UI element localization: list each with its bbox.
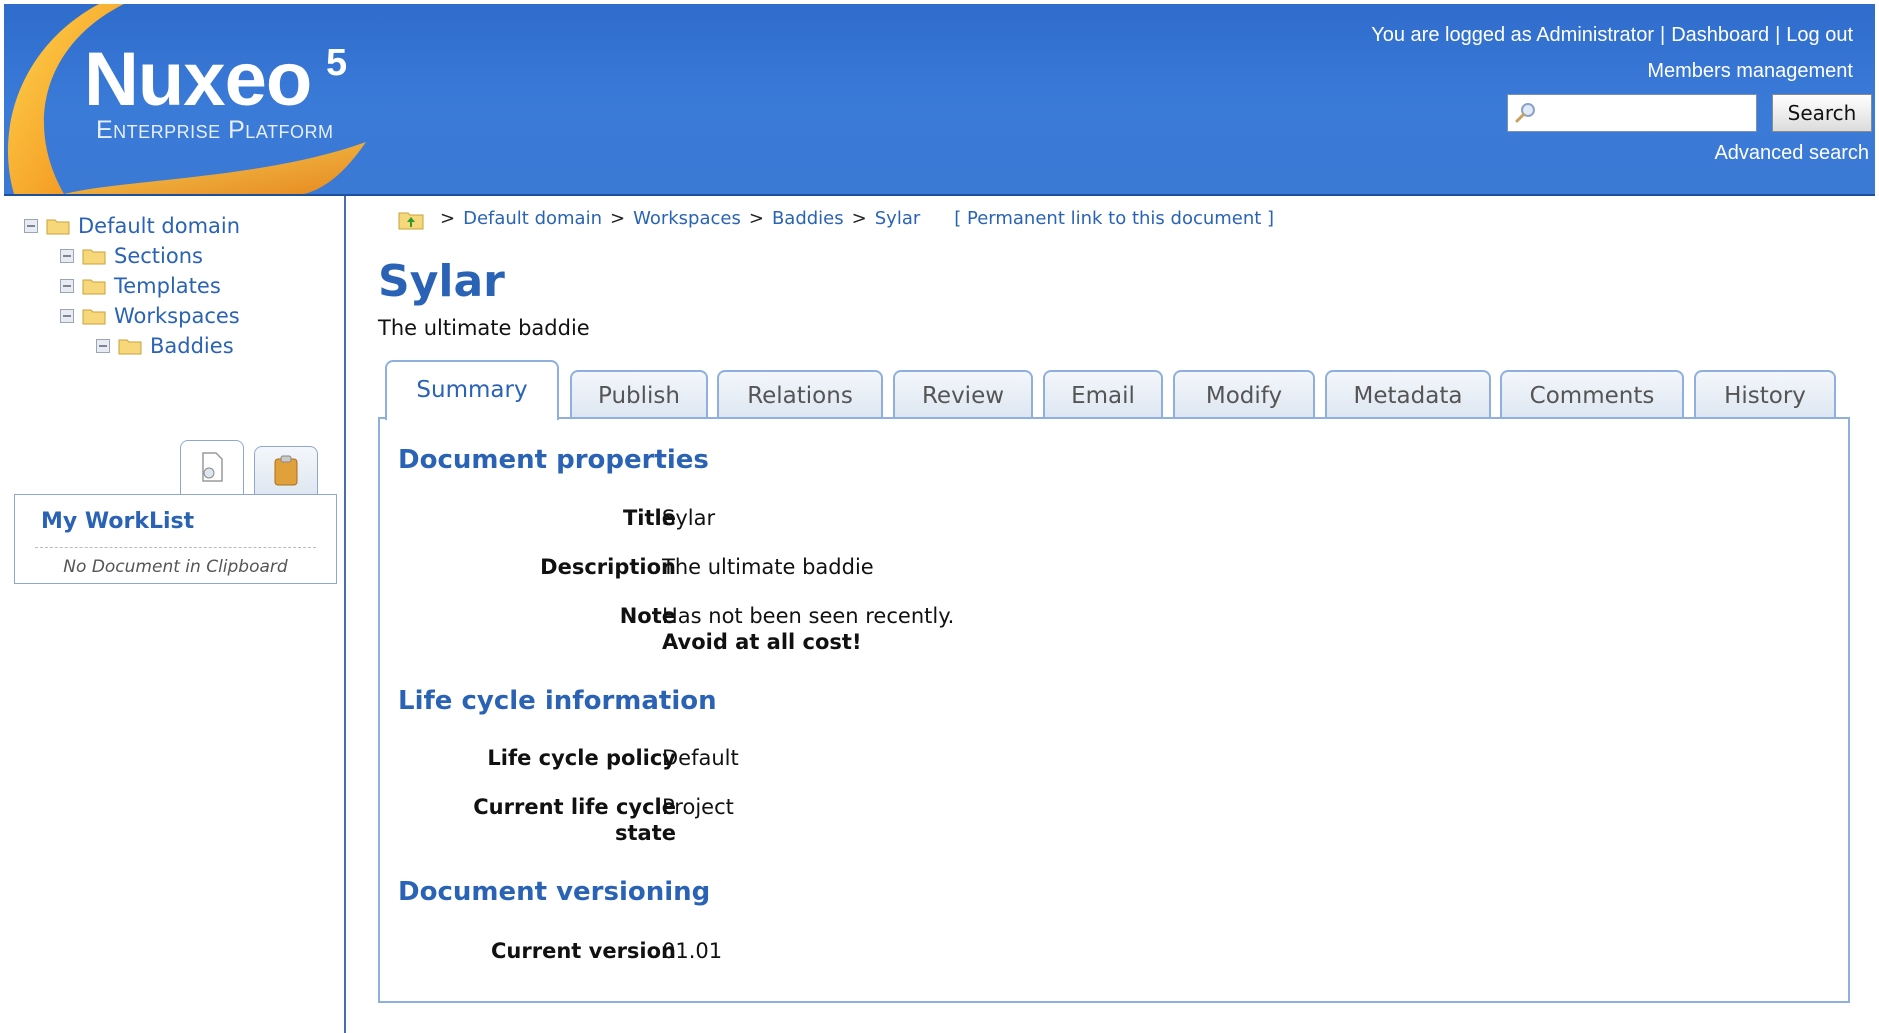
breadcrumb-baddies[interactable]: Baddies (772, 208, 844, 229)
folder-icon (82, 279, 106, 295)
document-icon (202, 452, 223, 482)
tab-email[interactable]: Email (1043, 370, 1163, 418)
folder-icon (82, 249, 106, 265)
expand-toggle-icon[interactable] (60, 249, 74, 263)
tab-summary[interactable]: Summary (385, 360, 559, 420)
tree-item-label[interactable]: Templates (114, 274, 221, 298)
worklist-panel: My WorkList No Document in Clipboard (14, 494, 337, 584)
breadcrumb-default-domain[interactable]: Default domain (463, 208, 602, 229)
folder-icon (46, 219, 70, 235)
tree-item-label[interactable]: Workspaces (114, 304, 240, 328)
search-icon (1515, 103, 1535, 123)
up-folder-icon[interactable] (398, 208, 424, 230)
breadcrumb-separator: > (440, 208, 456, 229)
breadcrumb-separator: > (610, 208, 626, 229)
tree-item-workspaces[interactable]: Workspaces (60, 304, 240, 330)
tab-history[interactable]: History (1694, 370, 1836, 418)
current-version-label: Current version (491, 939, 676, 963)
lifecycle-policy-value: Default (662, 746, 739, 770)
tab-publish[interactable]: Publish (570, 370, 708, 418)
breadcrumb: > Default domain > Workspaces > Baddies > Sylar… (398, 208, 1274, 230)
tab-modify[interactable]: Modify (1173, 370, 1315, 418)
page-title: Sylar (378, 256, 505, 307)
breadcrumb-separator: > (851, 208, 867, 229)
search-input[interactable] (1507, 94, 1757, 132)
separator: | (1775, 24, 1781, 46)
current-version-value: 01.01 (662, 939, 723, 963)
section-title-life-cycle: Life cycle information (398, 686, 717, 716)
collapse-toggle-icon[interactable] (60, 309, 74, 323)
divider (35, 547, 316, 548)
description-label: Description (540, 555, 676, 579)
clipboard-icon (274, 455, 298, 486)
tab-comments[interactable]: Comments (1500, 370, 1684, 418)
page-description: The ultimate baddie (378, 316, 590, 340)
tree-item-label[interactable]: Baddies (150, 334, 234, 358)
breadcrumb-sylar[interactable]: Sylar (875, 208, 921, 229)
tree-item-baddies[interactable]: Baddies (96, 334, 234, 360)
lifecycle-state-label-line1: Current life cycle (473, 795, 676, 819)
logged-as-text: You are logged as Administrator (1371, 24, 1655, 46)
note-value: Has not been seen recently. Avoid at all… (662, 603, 954, 655)
folder-icon (118, 339, 142, 355)
collapse-toggle-icon[interactable] (24, 219, 38, 233)
description-value: The ultimate baddie (662, 555, 874, 579)
dashboard-link[interactable]: Dashboard (1671, 24, 1769, 46)
members-management-link[interactable]: Members management (1647, 60, 1853, 83)
tree-item-sections[interactable]: Sections (60, 244, 203, 270)
lifecycle-state-value: Project (662, 795, 734, 819)
section-title-document-properties: Document properties (398, 445, 709, 475)
tab-review[interactable]: Review (893, 370, 1033, 418)
tab-relations[interactable]: Relations (717, 370, 883, 418)
breadcrumb-workspaces[interactable]: Workspaces (633, 208, 741, 229)
expand-toggle-icon[interactable] (60, 279, 74, 293)
sidebar: Default domain Sections Templates Worksp… (4, 196, 346, 1033)
logo-version: 5 (326, 42, 348, 84)
breadcrumb-separator: > (748, 208, 764, 229)
clipboard-tab[interactable] (254, 446, 318, 496)
section-title-document-versioning: Document versioning (398, 877, 711, 907)
search-button[interactable]: Search (1772, 94, 1872, 132)
logo-subtitle: Enterprise Platform (96, 116, 334, 144)
logout-link[interactable]: Log out (1786, 24, 1853, 46)
advanced-search-link[interactable]: Advanced search (1714, 142, 1869, 165)
lifecycle-policy-label: Life cycle policy (487, 746, 676, 770)
summary-panel: Document properties Title Sylar Descript… (378, 417, 1850, 1003)
tree-item-label[interactable]: Sections (114, 244, 203, 268)
logo-title: Nuxeo (84, 37, 312, 122)
lifecycle-state-label-line2: state (615, 821, 676, 845)
tree-item-label[interactable]: Default domain (78, 214, 240, 238)
permanent-link[interactable]: [ Permanent link to this document ] (954, 208, 1274, 229)
note-line-1: Has not been seen recently. (662, 604, 955, 628)
title-value: Sylar (662, 506, 716, 530)
tree-item-default-domain[interactable]: Default domain (24, 214, 240, 240)
separator: | (1660, 24, 1666, 46)
worklist-title: My WorkList (41, 509, 195, 534)
collapse-toggle-icon[interactable] (96, 339, 110, 353)
tab-metadata[interactable]: Metadata (1325, 370, 1491, 418)
lifecycle-state-label: Current life cycle state (473, 794, 676, 846)
user-links: You are logged as Administrator | Dashboar… (1371, 24, 1853, 47)
folder-icon (82, 309, 106, 325)
worklist-empty-text: No Document in Clipboard (63, 557, 288, 577)
note-line-2: Avoid at all cost! (662, 630, 862, 654)
tree-item-templates[interactable]: Templates (60, 274, 221, 300)
worklist-tab[interactable] (180, 440, 244, 496)
